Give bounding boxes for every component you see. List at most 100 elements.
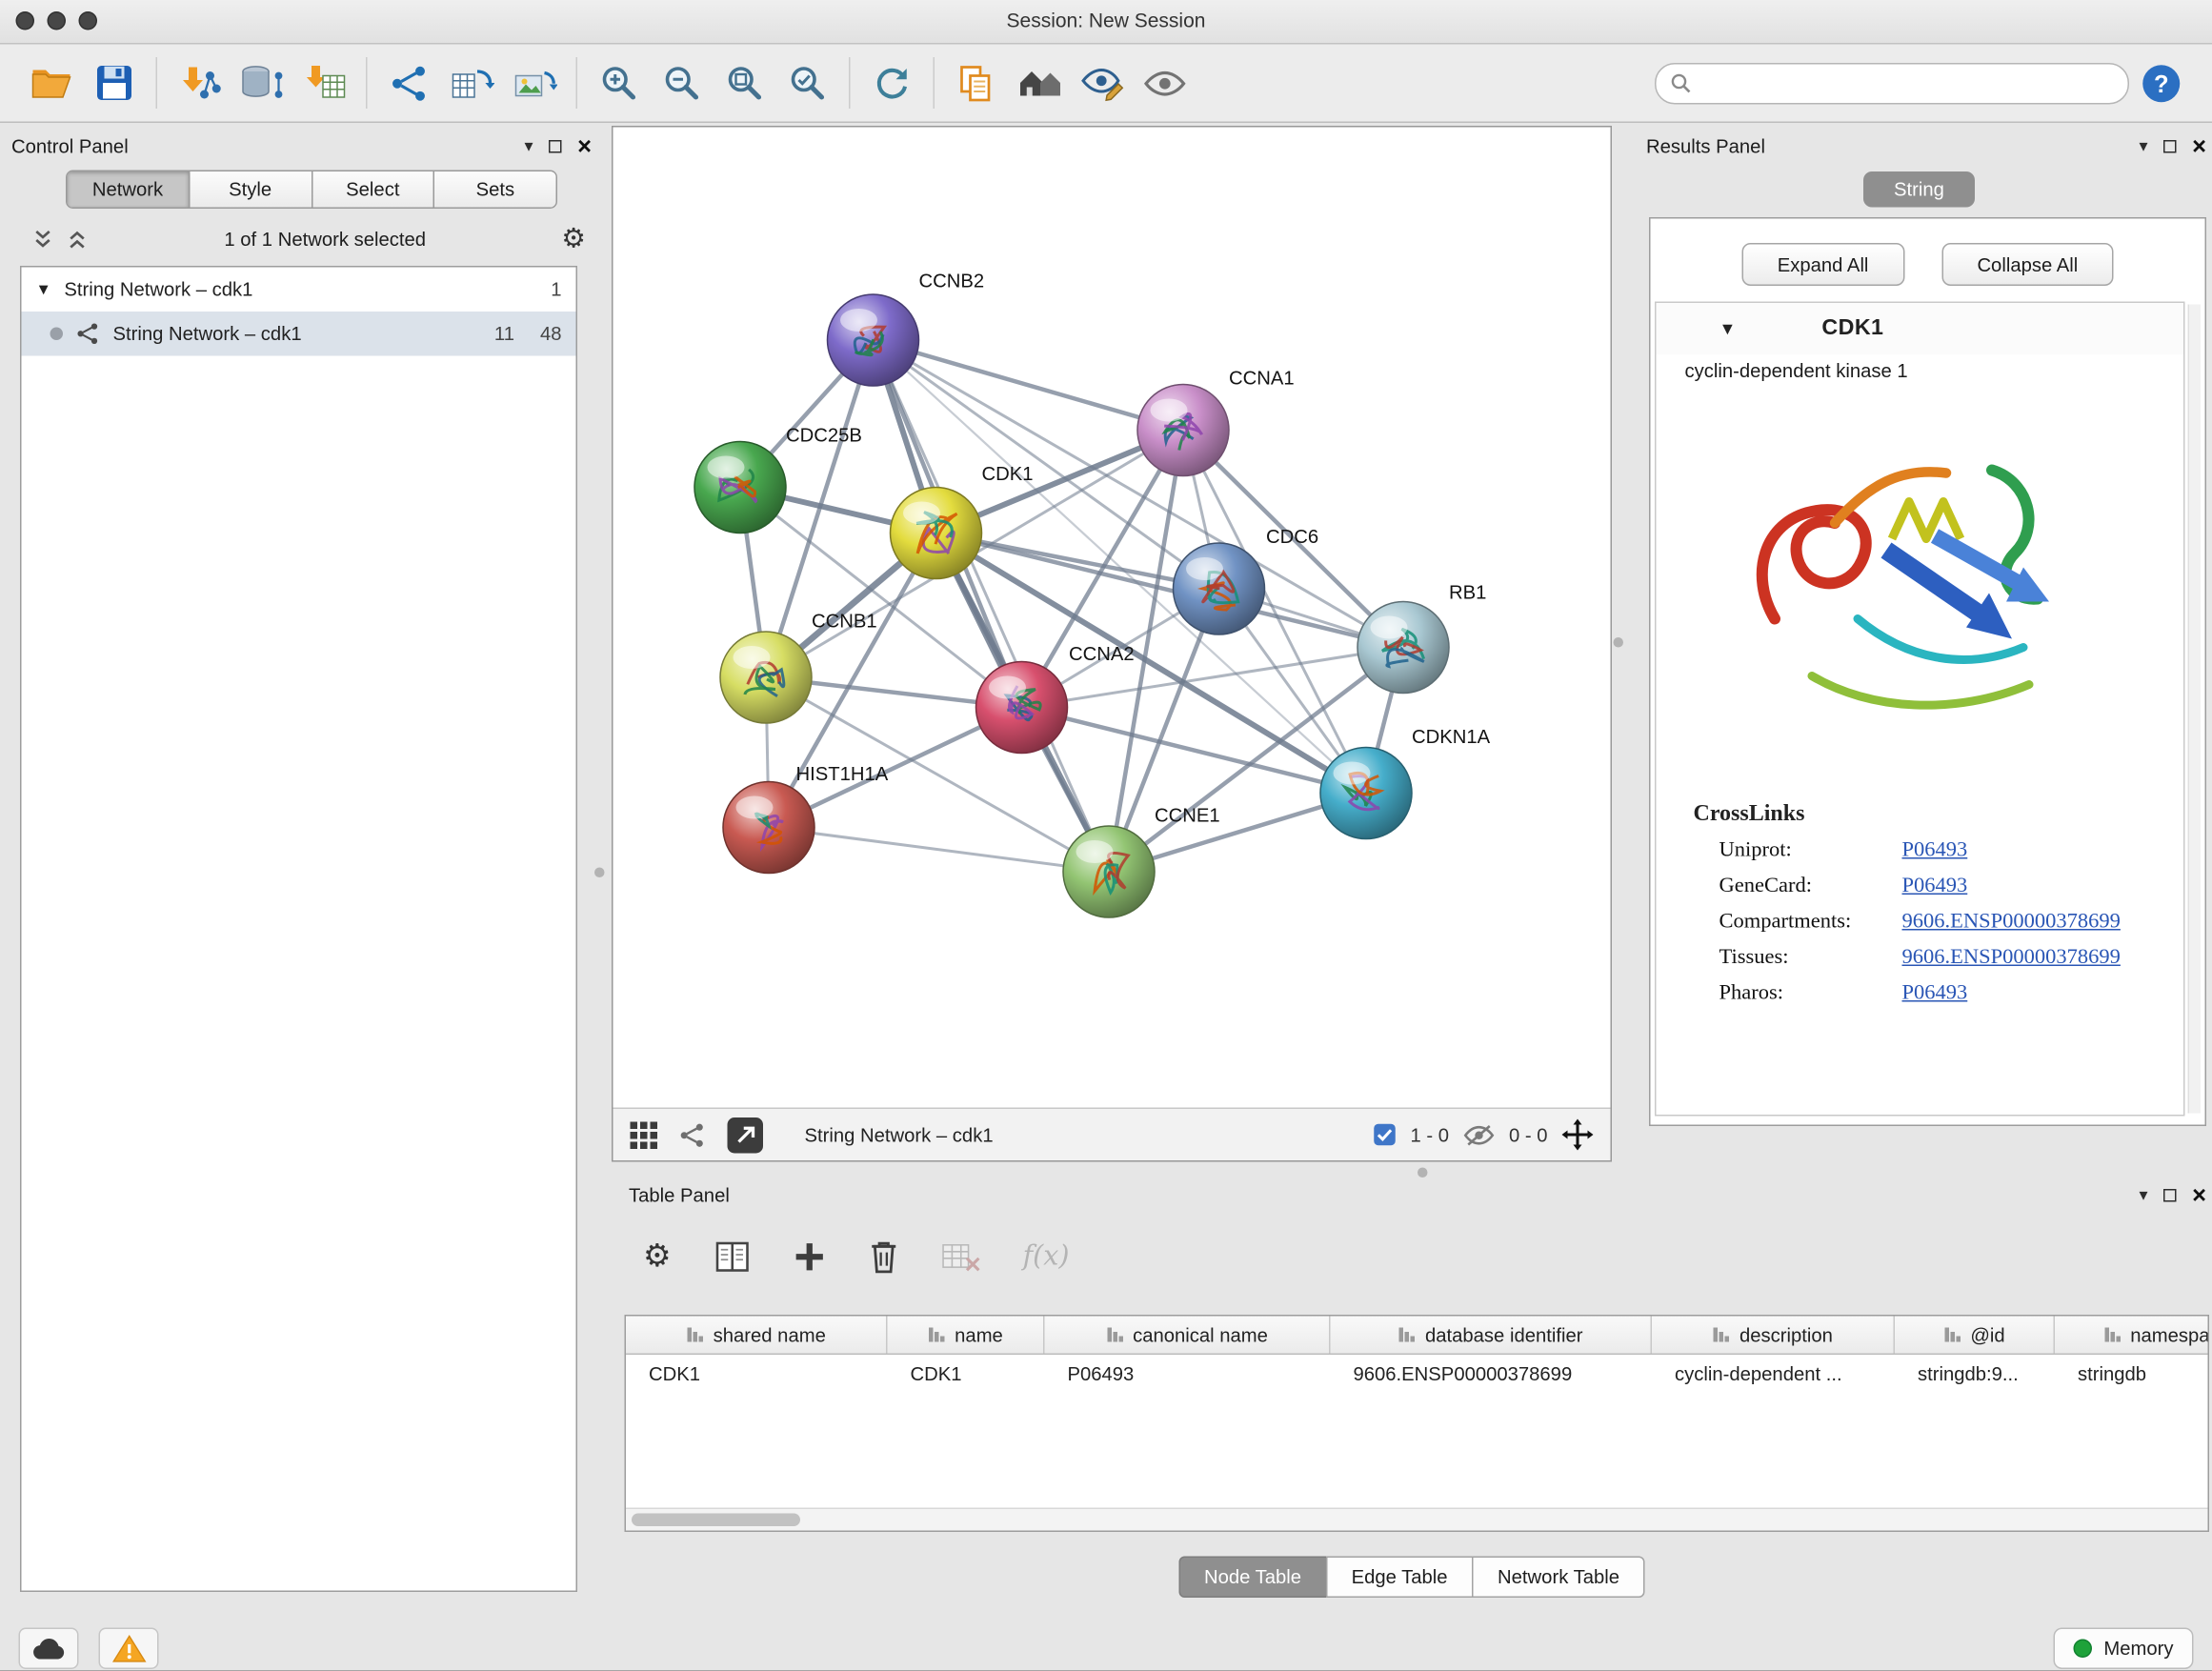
import-network-from-database-button[interactable] <box>231 53 293 113</box>
table-options-gear-icon[interactable]: ⚙ <box>643 1240 672 1272</box>
network-edge[interactable] <box>769 828 1109 873</box>
network-graph[interactable]: CCNB2CCNA1CDC25BCDK1CDC6RB1CCNB1CCNA2CDK… <box>613 128 1611 1108</box>
network-row[interactable]: String Network – cdk1 11 48 <box>22 312 576 356</box>
table-cell[interactable]: CDK1 <box>888 1363 1045 1385</box>
save-session-button[interactable] <box>83 53 146 113</box>
tab-network-table[interactable]: Network Table <box>1472 1557 1645 1599</box>
show-columns-icon[interactable] <box>714 1239 751 1273</box>
tab-edge-table[interactable]: Edge Table <box>1326 1557 1474 1599</box>
table-horizontal-scrollbar[interactable] <box>626 1508 2208 1531</box>
column-header-canonical-name[interactable]: canonical name <box>1045 1317 1331 1354</box>
add-column-icon[interactable] <box>793 1239 826 1273</box>
control-panel-collapse-icon[interactable]: ▾ <box>525 137 533 154</box>
pan-crosshair-icon[interactable] <box>1562 1119 1594 1151</box>
open-session-button[interactable] <box>20 53 83 113</box>
network-node-ccnb1[interactable] <box>720 632 812 723</box>
results-scrollbar[interactable] <box>2188 305 2202 1114</box>
network-canvas[interactable]: CCNB2CCNA1CDC25BCDK1CDC6RB1CCNB1CCNA2CDK… <box>613 128 1611 1108</box>
tab-network[interactable]: Network <box>68 171 191 208</box>
crosslink-compartments-link[interactable]: 9606.ENSP00000378699 <box>1902 911 2121 936</box>
network-collection-row[interactable]: ▼ String Network – cdk1 1 <box>22 268 576 312</box>
grid-view-icon[interactable] <box>631 1121 658 1149</box>
results-panel-float-icon[interactable] <box>2163 139 2177 152</box>
network-node-cdc6[interactable] <box>1174 543 1265 634</box>
crosslink-genecard-link[interactable]: P06493 <box>1902 875 1968 899</box>
cloud-status-button[interactable] <box>19 1627 79 1669</box>
control-panel-float-icon[interactable] <box>549 139 562 152</box>
show-graphics-details-button[interactable] <box>1134 53 1196 113</box>
results-panel-close-icon[interactable]: × <box>2192 133 2206 158</box>
crosslink-uniprot-link[interactable]: P06493 <box>1902 839 1968 864</box>
help-button[interactable]: ? <box>2129 53 2192 113</box>
results-panel-collapse-icon[interactable]: ▾ <box>2140 137 2148 154</box>
network-node-cdc25b[interactable] <box>694 442 786 534</box>
right-splitter-handle[interactable] <box>1614 637 1624 648</box>
birdseye-view-button[interactable] <box>728 1117 764 1153</box>
search-field[interactable] <box>1655 62 2129 104</box>
search-input[interactable] <box>1692 70 2114 95</box>
column-header-namespac[interactable]: namespac <box>2055 1317 2209 1354</box>
tree-expander-icon[interactable]: ▼ <box>36 281 51 298</box>
table-panel-close-icon[interactable]: × <box>2192 1182 2206 1207</box>
tab-node-table[interactable]: Node Table <box>1178 1557 1327 1599</box>
network-edge[interactable] <box>936 534 1404 648</box>
table-panel-collapse-icon[interactable]: ▾ <box>2140 1186 2148 1203</box>
import-table-from-file-button[interactable] <box>293 53 356 113</box>
delete-column-icon[interactable] <box>869 1238 899 1275</box>
network-node-hist1h1a[interactable] <box>723 782 814 874</box>
node-section-expander-icon[interactable]: ▼ <box>1719 319 1737 339</box>
tab-style[interactable]: Style <box>190 171 312 208</box>
tab-select[interactable]: Select <box>312 171 435 208</box>
table-cell[interactable]: stringdb <box>2055 1363 2209 1385</box>
tab-sets[interactable]: Sets <box>434 171 555 208</box>
collapse-all-button[interactable]: Collapse All <box>1941 243 2114 286</box>
network-share-small-icon[interactable] <box>679 1121 707 1149</box>
column-header-description[interactable]: description <box>1652 1317 1895 1354</box>
tab-string[interactable]: String <box>1863 171 1975 208</box>
network-edge[interactable] <box>874 340 1110 872</box>
network-options-gear-icon[interactable]: ⚙ <box>561 226 586 253</box>
memory-button[interactable]: Memory <box>2054 1627 2194 1669</box>
control-panel-close-icon[interactable]: × <box>577 133 592 158</box>
column-header-database-identifier[interactable]: database identifier <box>1331 1317 1653 1354</box>
network-node-ccnb2[interactable] <box>828 294 919 386</box>
expand-all-icon[interactable] <box>66 229 89 251</box>
table-cell[interactable]: P06493 <box>1045 1363 1331 1385</box>
network-node-ccna1[interactable] <box>1137 385 1229 476</box>
column-header--id[interactable]: @id <box>1895 1317 2055 1354</box>
export-image-button[interactable] <box>503 53 566 113</box>
column-header-shared-name[interactable]: shared name <box>626 1317 888 1354</box>
zoom-fit-button[interactable] <box>714 53 776 113</box>
scrollbar-thumb[interactable] <box>632 1514 800 1527</box>
import-network-from-file-button[interactable] <box>168 53 231 113</box>
network-node-cdk1[interactable] <box>891 488 982 579</box>
zoom-selected-button[interactable] <box>776 53 839 113</box>
home-view-button[interactable] <box>1008 53 1071 113</box>
copy-button[interactable] <box>945 53 1008 113</box>
crosslink-pharos-link[interactable]: P06493 <box>1902 982 1968 1007</box>
network-node-ccne1[interactable] <box>1063 826 1155 917</box>
table-cell[interactable]: CDK1 <box>626 1363 888 1385</box>
left-splitter-handle[interactable] <box>594 868 605 878</box>
table-panel-float-icon[interactable] <box>2163 1188 2177 1201</box>
new-table-from-network-button[interactable] <box>440 53 503 113</box>
new-network-from-selection-button[interactable] <box>377 53 440 113</box>
collapse-all-icon[interactable] <box>31 229 54 251</box>
table-cell[interactable]: stringdb:9... <box>1895 1363 2055 1385</box>
network-node-ccna2[interactable] <box>976 662 1068 754</box>
network-edge[interactable] <box>874 340 1184 431</box>
hide-annotations-button[interactable] <box>1071 53 1134 113</box>
warnings-button[interactable] <box>99 1627 159 1669</box>
expand-all-button[interactable]: Expand All <box>1741 243 1904 286</box>
network-node-cdkn1a[interactable] <box>1320 748 1412 839</box>
column-header-name[interactable]: name <box>888 1317 1045 1354</box>
bottom-splitter-handle[interactable] <box>1418 1168 1428 1178</box>
table-row[interactable]: CDK1CDK1P064939606.ENSP00000378699cyclin… <box>626 1355 2208 1394</box>
selected-checkbox-icon[interactable] <box>1373 1123 1396 1146</box>
network-node-rb1[interactable] <box>1357 602 1449 694</box>
refresh-button[interactable] <box>860 53 923 113</box>
hidden-eye-slash-icon[interactable] <box>1463 1122 1495 1147</box>
zoom-in-button[interactable] <box>588 53 651 113</box>
crosslink-tissues-link[interactable]: 9606.ENSP00000378699 <box>1902 946 2121 971</box>
table-cell[interactable]: cyclin-dependent ... <box>1652 1363 1895 1385</box>
